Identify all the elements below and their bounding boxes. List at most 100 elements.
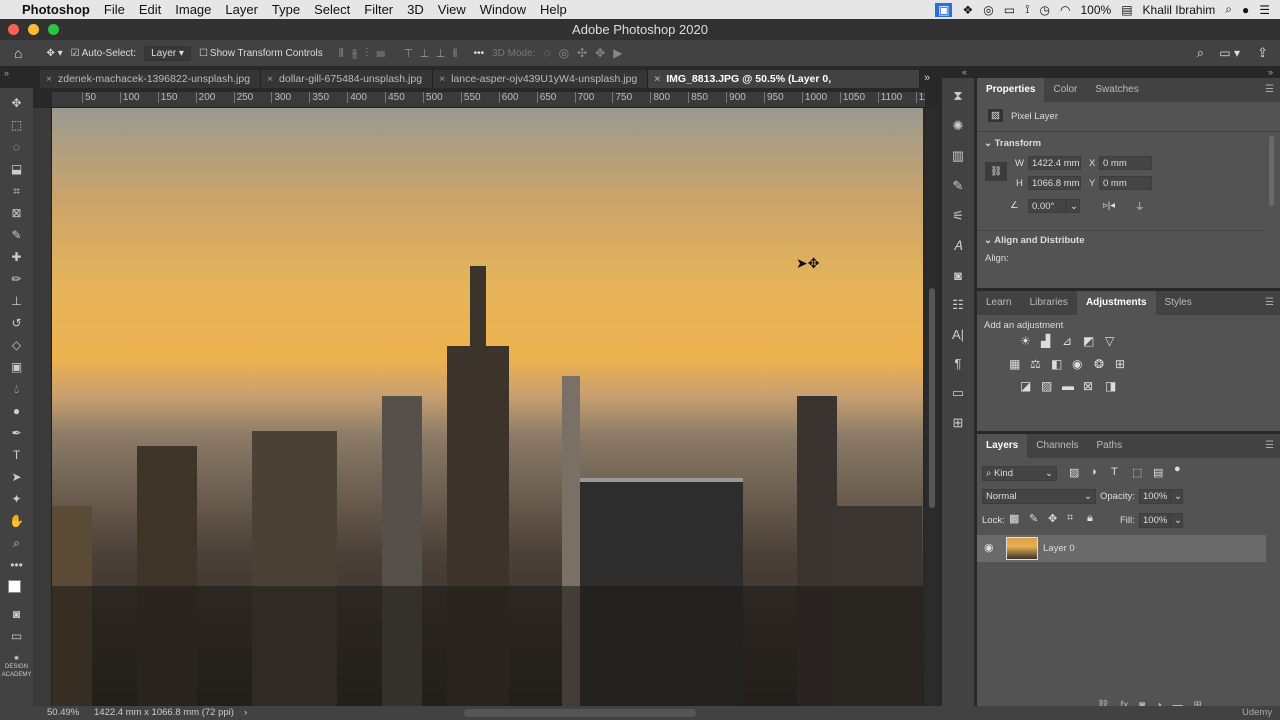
tab-color[interactable]: Color [1044, 78, 1086, 102]
tab-document-2[interactable]: × dollar-gill-675484-unsplash.jpg [261, 70, 434, 88]
zoom-window-button[interactable] [48, 24, 59, 35]
photo-filter-icon[interactable]: ◉ [1072, 357, 1082, 371]
opacity-dropdown[interactable]: ⌄ [1170, 489, 1183, 504]
transform-section-toggle[interactable]: ⌄ Transform [984, 138, 1041, 149]
menu-view[interactable]: View [438, 2, 466, 17]
opacity-field[interactable]: 100% [1139, 489, 1170, 504]
menu-layer[interactable]: Layer [225, 2, 258, 17]
menu-file[interactable]: File [104, 2, 125, 17]
blur-tool-icon[interactable]: 💧︎ [14, 380, 19, 399]
filter-pixel-icon[interactable]: ▨ [1069, 466, 1079, 479]
color-swatches[interactable] [6, 578, 28, 602]
menu-app[interactable]: Photoshop [22, 2, 90, 17]
table-icon[interactable]: ⊞ [953, 415, 964, 431]
clone-source-icon[interactable]: ✎ [953, 178, 964, 194]
menu-window[interactable]: Window [480, 2, 526, 17]
tab-document-3[interactable]: × lance-asper-ojv439U1yW4-unsplash.jpg [433, 70, 649, 88]
lasso-tool-icon[interactable]: ◌ [13, 138, 20, 157]
hand-tool-icon[interactable]: ✋ [9, 512, 24, 531]
color-balance-icon[interactable]: ⚖ [1030, 357, 1041, 371]
menu-filter[interactable]: Filter [364, 2, 393, 17]
align-buttons-icon[interactable]: ⫴⫵⫶☰ ⊤⊥⊥‖ [339, 46, 466, 61]
tab-adjustments[interactable]: Adjustments [1076, 291, 1156, 315]
y-field[interactable]: 0 mm [1099, 176, 1152, 190]
angle-dropdown[interactable]: ⌄ [1066, 199, 1080, 213]
adjust-icon[interactable]: ⚟ [952, 208, 964, 224]
blend-mode-dropdown[interactable]: Normal ⌄ [982, 489, 1096, 504]
curves-icon[interactable]: ⊿ [1062, 334, 1072, 348]
horizontal-scroll-thumb[interactable] [464, 709, 696, 717]
marquee-tool-icon[interactable]: ⬚ [11, 116, 22, 135]
close-window-button[interactable] [8, 24, 19, 35]
collapse-left-icon[interactable]: » [4, 68, 9, 78]
character-icon[interactable]: A| [952, 327, 964, 342]
align-section-toggle[interactable]: ⌄ Align and Distribute [984, 235, 1085, 246]
layer-comps-icon[interactable]: ☷ [952, 297, 964, 313]
invert-icon[interactable]: ◪ [1020, 379, 1031, 393]
tab-styles[interactable]: Styles [1156, 291, 1201, 315]
tab-document-active[interactable]: × IMG_8813.JPG @ 50.5% (Layer 0, [648, 70, 920, 88]
menu-type[interactable]: Type [272, 2, 300, 17]
width-field[interactable]: 1422.4 mm [1028, 156, 1081, 170]
zoom-tool-icon[interactable]: ⌕ [13, 534, 20, 553]
angle-field[interactable]: 0.00° [1028, 199, 1066, 213]
layer-filter-dropdown[interactable]: ⌕ Kind ⌄ [982, 466, 1057, 481]
close-tab-icon[interactable]: × [267, 70, 273, 88]
properties-scrollbar[interactable] [1269, 136, 1274, 206]
selective-color-icon[interactable]: ⊠ [1083, 379, 1093, 393]
time-machine-icon[interactable]: ◷ [1040, 3, 1050, 17]
lock-artboard-icon[interactable]: ⌗ [1067, 512, 1073, 525]
black-white-icon[interactable]: ◧ [1051, 357, 1062, 371]
paragraph-icon[interactable]: ¶ [955, 356, 962, 371]
flag-icon[interactable]: ▤ [1121, 3, 1132, 17]
gradient-tool-icon[interactable]: ▣ [11, 358, 22, 377]
edit-toolbar-icon[interactable]: ••• [10, 556, 23, 575]
fill-field[interactable]: 100% [1139, 513, 1170, 528]
wifi-icon[interactable]: ◠ [1060, 3, 1070, 17]
siri-icon[interactable]: ● [1242, 3, 1249, 17]
frame-tool-icon[interactable]: ⊠ [11, 204, 21, 223]
quick-mask-icon[interactable]: ◙ [13, 605, 20, 624]
expand-panels-icon[interactable]: » [1268, 67, 1273, 77]
share-icon[interactable]: ⇪ [1257, 45, 1268, 61]
hue-saturation-icon[interactable]: ▦ [1009, 357, 1020, 371]
posterize-icon[interactable]: ▨ [1041, 379, 1052, 393]
auto-select-checkbox[interactable]: ☑ [71, 48, 80, 59]
flip-horizontal-icon[interactable]: ▹|◂ [1103, 200, 1115, 211]
auto-select-dropdown[interactable]: Layer ▾ [144, 45, 191, 61]
camera-icon[interactable]: ◙ [954, 268, 962, 283]
color-lookup-icon[interactable]: ⊞ [1115, 357, 1125, 371]
display-icon[interactable]: ▭ [1004, 3, 1015, 17]
type-tool-icon[interactable]: T [13, 446, 20, 465]
exposure-icon[interactable]: ◩ [1083, 334, 1094, 348]
menu-help[interactable]: Help [540, 2, 567, 17]
tab-paths[interactable]: Paths [1088, 434, 1132, 458]
gradient-map-icon[interactable]: ◨ [1105, 379, 1116, 393]
screen-record-icon[interactable]: ▣ [935, 2, 953, 17]
eraser-tool-icon[interactable]: ◇ [12, 336, 21, 355]
tab-channels[interactable]: Channels [1027, 434, 1087, 458]
user-name[interactable]: Khalil Ibrahim [1143, 3, 1216, 17]
panel-menu-icon[interactable]: ☰ [1265, 84, 1274, 95]
path-select-tool-icon[interactable]: ➤ [11, 468, 21, 487]
dodge-tool-icon[interactable]: ● [13, 402, 20, 421]
flip-vertical-icon[interactable]: ⏚ [1135, 199, 1145, 213]
eyedropper-tool-icon[interactable]: ✎ [11, 226, 21, 245]
home-icon[interactable]: ⌂ [14, 45, 22, 61]
move-tool-preset-icon[interactable]: ✥ ▾ [46, 48, 62, 59]
zoom-level[interactable]: 50.49% [47, 706, 79, 720]
menu-edit[interactable]: Edit [139, 2, 161, 17]
tab-learn[interactable]: Learn [977, 291, 1021, 315]
notification-icon[interactable]: ☰ [1259, 3, 1270, 17]
pen-tool-icon[interactable]: ✒ [11, 424, 21, 443]
brushes-icon[interactable]: ▥ [952, 148, 964, 164]
lock-all-icon[interactable]: 🔒︎ [1087, 512, 1093, 525]
status-menu-icon[interactable]: › [244, 706, 247, 720]
menu-image[interactable]: Image [175, 2, 211, 17]
search-icon[interactable]: ⌕ [1197, 45, 1204, 61]
tab-layers[interactable]: Layers [977, 434, 1028, 458]
visibility-eye-icon[interactable]: ◉ [984, 541, 994, 554]
3d-mode-icons[interactable]: ◌◎✣✥▶ [543, 46, 630, 60]
screen-mode-icon[interactable]: ▭ [11, 627, 22, 646]
battery-text[interactable]: 100% [1081, 3, 1112, 17]
